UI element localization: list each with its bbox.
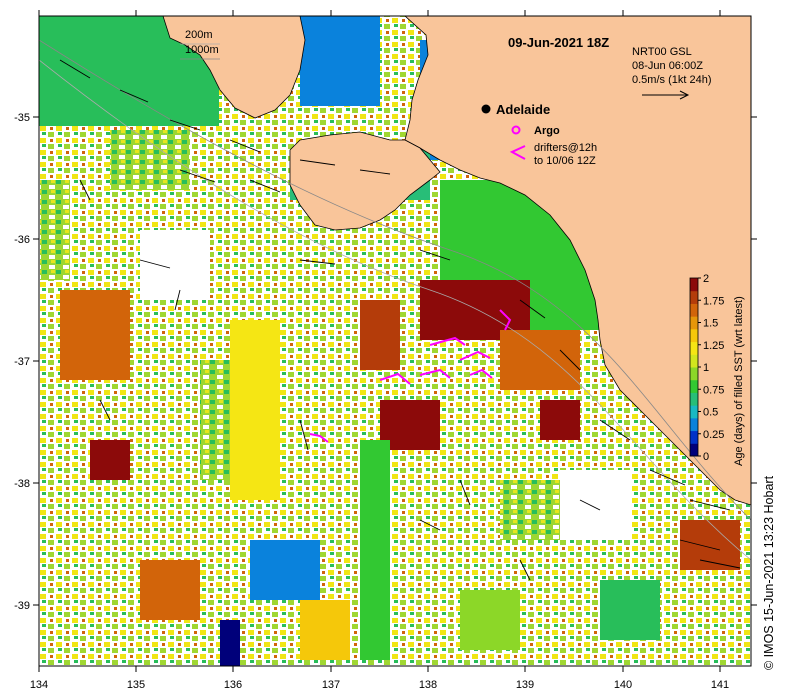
colorbar-tick-label: 2: [703, 273, 709, 285]
colorbar-tick-label: 1.25: [703, 340, 724, 352]
isobath-label-200m: 200m: [185, 29, 213, 41]
x-tick-label: 138: [419, 679, 437, 691]
adelaide-label: Adelaide: [496, 102, 550, 117]
argo-label: Argo: [534, 125, 560, 137]
drifters-label-line2: to 10/06 12Z: [534, 155, 596, 167]
colorbar-swatch: [690, 417, 698, 432]
adelaide-marker: [481, 104, 491, 114]
y-tick-label: -35: [14, 112, 30, 124]
drifters-label-line1: drifters@12h: [534, 142, 597, 154]
colorbar-label: Age (days) of filled SST (wrt latest): [733, 296, 745, 466]
colorbar-swatch: [690, 316, 698, 330]
colorbar-tick-label: 1: [703, 362, 709, 374]
map-title: 09-Jun-2021 18Z: [508, 35, 609, 50]
colorbar-tick-label: 1.75: [703, 295, 724, 307]
colorbar-swatch: [690, 354, 698, 368]
x-tick-label: 137: [322, 679, 340, 691]
colorbar-tick-label: 0.25: [703, 429, 724, 441]
product-time: 08-Jun 06:00Z: [632, 60, 703, 72]
x-tick-label: 139: [516, 679, 534, 691]
colorbar-tick-label: 0: [703, 451, 709, 463]
colorbar-swatch: [690, 443, 698, 457]
credit-text: © IMOS 15-Jun-2021 13:23 Hobart: [762, 475, 776, 670]
colorbar-swatch: [690, 367, 698, 381]
sst-map: 134 135 136 137 138 139 140 141 -35 -36 …: [14, 10, 757, 691]
isobath-label-1000m: 1000m: [185, 44, 219, 56]
velocity-scale-label: 0.5m/s (1kt 24h): [632, 74, 711, 86]
colorbar-swatch: [690, 379, 698, 393]
colorbar-swatch: [690, 405, 698, 419]
x-tick-label: 141: [711, 679, 729, 691]
x-tick-label: 135: [127, 679, 145, 691]
colorbar-swatch: [690, 278, 698, 292]
x-tick-label: 136: [224, 679, 242, 691]
x-tick-label: 134: [30, 679, 48, 691]
sst-field: [39, 16, 751, 666]
y-tick-label: -36: [14, 234, 30, 246]
colorbar-tick-label: 0.75: [703, 384, 724, 396]
x-tick-label: 140: [614, 679, 632, 691]
colorbar-tick-label: 0.5: [703, 407, 718, 419]
product-name: NRT00 GSL: [632, 46, 692, 58]
y-tick-label: -38: [14, 478, 30, 490]
colorbar-swatch: [690, 392, 698, 406]
colorbar-swatch: [690, 290, 698, 304]
colorbar-tick-label: 1.5: [703, 318, 718, 330]
y-tick-label: -37: [14, 356, 30, 368]
colorbar-swatch: [690, 328, 698, 343]
y-tick-label: -39: [14, 600, 30, 612]
colorbar-swatch: [690, 430, 698, 444]
colorbar-swatch: [690, 303, 698, 317]
colorbar-swatch: [690, 341, 698, 355]
